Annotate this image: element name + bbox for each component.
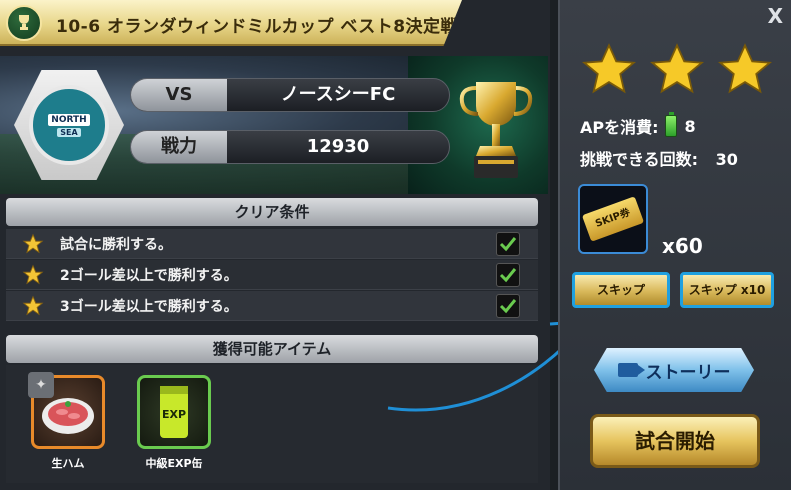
star-icon xyxy=(718,43,772,94)
star-icon xyxy=(650,43,704,94)
star-icon xyxy=(22,295,44,315)
story-button-label: ストーリー xyxy=(645,362,731,383)
opponent-power-row: 戦力 12930 xyxy=(130,130,450,164)
reward-item-name: 生ハム xyxy=(51,457,85,470)
ap-cost-row: APを消費: 8 xyxy=(580,112,696,138)
check-icon xyxy=(496,262,520,287)
opponent-name: ノースシーFC xyxy=(280,84,396,105)
tries-label: 挑戦できる回数: xyxy=(580,150,699,169)
clear-condition-text: 2ゴール差以上で勝利する。 xyxy=(60,267,238,284)
clear-conditions-header: クリア条件 xyxy=(6,198,538,226)
power-label: 戦力 xyxy=(131,131,227,163)
tries-value: 30 xyxy=(715,150,738,169)
puzzle-piece-icon: ✦ xyxy=(28,372,54,398)
skip-ticket-icon: SKIP券 xyxy=(578,184,648,254)
clear-condition-text: 3ゴール差以上で勝利する。 xyxy=(60,298,238,315)
tries-row: 挑戦できる回数: 30 xyxy=(580,146,738,170)
emblem-text-top: NORTH xyxy=(48,113,90,126)
ap-cost-label: APを消費: xyxy=(580,118,659,137)
battery-icon xyxy=(664,112,677,137)
stage-stars xyxy=(582,42,772,98)
skip-ticket-label: SKIP券 xyxy=(581,196,645,242)
check-icon xyxy=(496,231,520,256)
trophy-icon xyxy=(6,5,42,41)
opponent-header: NORTH SEA VS ノースシーFC 戦力 12930 xyxy=(0,56,548,194)
skip-x10-button[interactable]: スキップ x10 xyxy=(680,272,774,308)
close-button[interactable]: X xyxy=(768,4,783,28)
emblem-text-bottom: SEA xyxy=(57,127,81,137)
reward-item-exp-can[interactable]: EXP 中級EXP缶 xyxy=(134,375,214,471)
trophy-icon xyxy=(459,82,533,178)
stage-title: 10-6 オランダウィンドミルカップ ベスト8決定戦 xyxy=(56,17,459,37)
clear-condition-row: 試合に勝利する。 xyxy=(6,229,538,259)
clear-condition-text: 試合に勝利する。 xyxy=(60,236,172,253)
star-icon xyxy=(22,233,44,253)
story-button[interactable]: ストーリー xyxy=(594,348,754,392)
video-camera-icon xyxy=(617,363,645,377)
stage-title-bar: 10-6 オランダウィンドミルカップ ベスト8決定戦 xyxy=(0,0,462,46)
skip-ticket-count: x60 xyxy=(662,234,703,258)
start-match-button[interactable]: 試合開始 xyxy=(590,414,760,468)
opponent-power: 12930 xyxy=(306,136,370,157)
check-icon xyxy=(496,293,520,318)
skip-button[interactable]: スキップ xyxy=(572,272,670,308)
clear-condition-row: 2ゴール差以上で勝利する。 xyxy=(6,260,538,290)
action-panel: X APを消費: 8 挑戦できる回数: 30 SKIP券 x60 スキップ スキ… xyxy=(558,0,791,490)
reward-item-name: 中級EXP缶 xyxy=(145,457,203,470)
star-icon xyxy=(22,264,44,284)
star-icon xyxy=(582,43,636,94)
exp-can-icon: EXP xyxy=(160,386,188,438)
exp-can-label: EXP xyxy=(162,408,186,421)
ap-cost-value: 8 xyxy=(684,116,696,136)
opponent-name-row: VS ノースシーFC xyxy=(130,78,450,112)
stage-info-panel: 10-6 オランダウィンドミルカップ ベスト8決定戦 NORTH SEA VS … xyxy=(0,0,631,490)
reward-item-raw-ham[interactable]: ✦ 生ハム xyxy=(28,372,108,471)
vs-label: VS xyxy=(131,79,227,111)
